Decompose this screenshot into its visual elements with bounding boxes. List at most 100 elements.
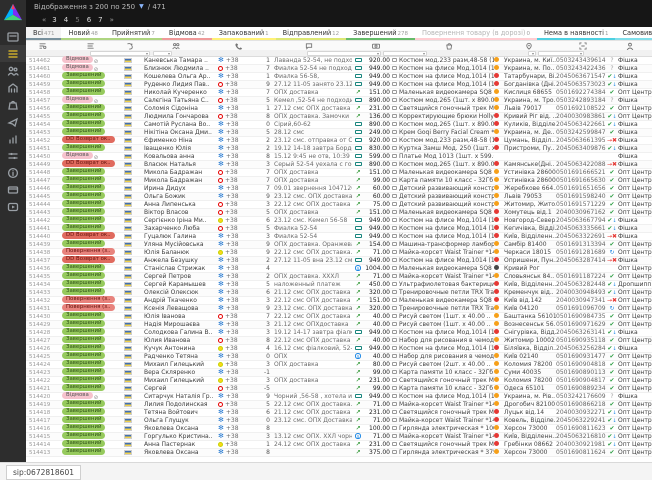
sidebar-item-company-icon[interactable] — [0, 79, 26, 96]
column-header-id-sort[interactable] — [26, 41, 61, 50]
order-comment: 22.12 смс ОПХ доставка. ХХХЛ — [274, 401, 352, 408]
sidebar-item-video-icon[interactable] — [0, 198, 26, 215]
tab-повернення-товару-в-дорозі-[interactable]: Повернення товару (в дорозі)0 — [415, 27, 537, 40]
carrier-cell — [494, 393, 504, 400]
sidebar-item-settings-icon[interactable] — [0, 147, 26, 164]
page-button-4[interactable]: 4 — [64, 16, 68, 24]
carrier-cell — [494, 353, 504, 360]
country-flag-cell — [124, 105, 144, 112]
ukraine-flag-icon — [124, 74, 132, 79]
tab-новий[interactable]: Новий48 — [61, 27, 104, 40]
package-icon — [392, 226, 397, 231]
sidebar-item-contacts-icon[interactable] — [0, 62, 26, 79]
delivered-check-icon: ✔ — [609, 185, 614, 192]
package-icon — [392, 434, 397, 439]
status-badge: Завершений — [62, 192, 105, 199]
address-filter[interactable]: ▾ — [538, 51, 584, 56]
page-button-6[interactable]: 6 — [87, 16, 91, 24]
package-icon — [392, 170, 397, 175]
supplier-name: Фішка — [618, 217, 652, 224]
calls-count: 5 — [254, 281, 274, 288]
transfer-icon: ↗ — [355, 305, 360, 312]
first-page-button[interactable]: « — [42, 16, 45, 24]
tab-відмова[interactable]: Відмова42 — [162, 27, 212, 40]
tab-самовивіз[interactable]: Самовивіз2 — [615, 27, 652, 40]
last-page-button[interactable]: » — [110, 16, 113, 24]
supplier-name: Фішка — [618, 57, 652, 64]
order-comment: ОПХ доставка — [274, 89, 352, 96]
sidebar-item-products-icon[interactable] — [0, 96, 26, 113]
transfer-icon: ↗ — [355, 169, 360, 176]
payment-type-cell — [352, 233, 364, 240]
tab-всі[interactable]: Всі471 — [26, 27, 61, 40]
column-header-clients[interactable] — [140, 41, 212, 50]
prepaid-icon: $ — [355, 433, 361, 439]
page-button-3[interactable]: 3 — [52, 16, 56, 24]
tracking-number: 20450632631418 — [556, 329, 606, 336]
tab-нема-в-наявності[interactable]: Нема в наявності1 — [537, 27, 615, 40]
carrier-cell — [494, 57, 504, 64]
column-header-basket[interactable] — [398, 41, 499, 50]
sidebar-item-dashboard-icon[interactable] — [0, 28, 26, 45]
calls-count: 5 — [254, 97, 274, 104]
status-badge: Завершений — [62, 424, 105, 431]
package-icon — [392, 426, 397, 431]
order-comment: Серый 52-54 уехала с города — [274, 161, 352, 168]
product-name: Костюм на флисе Мод.1014 (1ш.. — [399, 329, 494, 336]
product-icon-cell — [390, 185, 399, 192]
order-id: 514460 — [26, 74, 62, 80]
lifecell-icon — [218, 378, 223, 383]
price-filter[interactable]: ▾ — [383, 51, 427, 56]
column-header-manager[interactable] — [607, 41, 652, 50]
client-phone: ✻+38 — [218, 321, 254, 328]
tracking-number: 0501690811623 — [556, 425, 606, 432]
status-badge: Завершений — [62, 312, 105, 319]
product-icon-cell — [390, 297, 399, 304]
page-button-7[interactable]: 7 — [98, 16, 102, 24]
package-icon — [392, 354, 397, 359]
sidebar-item-payments-icon[interactable] — [0, 181, 26, 198]
client-phone: ✻+38 — [218, 73, 254, 80]
order-id: 514446 — [26, 186, 62, 192]
page-button-5[interactable]: 5 — [75, 16, 79, 24]
column-header-geo[interactable] — [499, 41, 559, 50]
sidebar-item-stats-icon[interactable] — [0, 130, 26, 147]
tab-запакований[interactable]: Запакований1 — [212, 27, 276, 40]
tracking-number: 0501692274384 — [556, 89, 606, 96]
ukraine-flag-icon — [124, 402, 132, 407]
carrier-filter[interactable]: ▾ — [528, 51, 536, 56]
sip-status[interactable]: sip:0672818601 — [6, 465, 81, 480]
delivery-address: Самбір 81400 — [504, 241, 556, 248]
carrier-cell — [494, 273, 504, 280]
payment-type-cell — [352, 97, 364, 104]
client-phone: +38 — [218, 377, 254, 384]
delivery-address: Київ, Відділенн.. — [504, 233, 556, 240]
delivered-check-icon: ✔ — [609, 169, 614, 176]
client-name: Каневська Тамара .. — [144, 57, 218, 64]
sidebar-item-orders-icon[interactable] — [0, 45, 26, 62]
column-header-phone[interactable] — [212, 41, 266, 50]
delivery-address: Кегичівка, Відді.. — [504, 225, 556, 232]
product-icon-cell — [390, 233, 399, 240]
client-phone: ✻+38 — [218, 121, 254, 128]
column-header-call[interactable] — [121, 41, 140, 50]
delivery-status-cell: ? — [606, 57, 618, 64]
tab-завершений[interactable]: Завершений278 — [346, 27, 415, 40]
column-header-status-sort[interactable] — [61, 41, 121, 50]
column-header-ttn[interactable] — [559, 41, 607, 50]
kyivstar-icon: ✻ — [218, 154, 224, 159]
column-header-money[interactable] — [353, 41, 398, 50]
order-total: 75.00 — [364, 201, 390, 208]
comment-filter[interactable]: ▾ — [307, 51, 381, 56]
range-dropdown-icon[interactable]: ▼ — [139, 3, 144, 10]
tab-прийнятий[interactable]: Прийнятий7 — [105, 27, 162, 40]
sidebar-item-info-icon[interactable] — [0, 164, 26, 181]
supplier-name: Опт Центр — [618, 177, 652, 184]
received-arrow-icon: ↓ — [612, 418, 616, 424]
meest-icon — [494, 265, 499, 270]
column-header-comment[interactable] — [266, 41, 353, 50]
flag-filter[interactable]: ▾ — [153, 51, 172, 56]
tab-відправлений[interactable]: Відправлений12 — [276, 27, 347, 40]
sidebar-item-campaigns-icon[interactable] — [0, 113, 26, 130]
order-row-514413[interactable]: 514413ЗавершенийЯковлева Оксана✻+388↗375… — [26, 449, 652, 457]
